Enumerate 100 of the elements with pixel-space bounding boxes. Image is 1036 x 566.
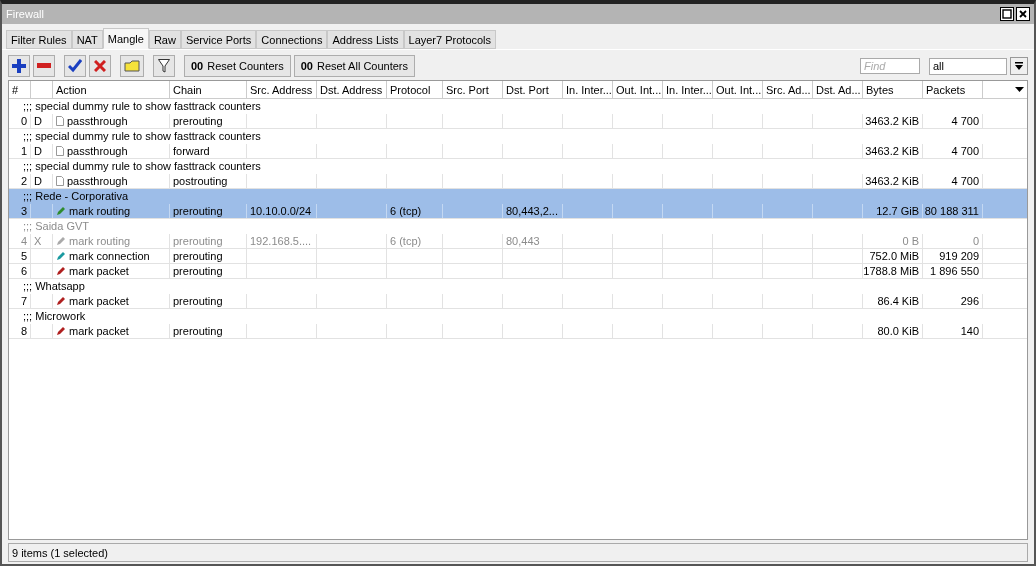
table-cell: prerouting bbox=[173, 235, 223, 247]
table-cell: 4 700 bbox=[951, 145, 979, 157]
column-header[interactable]: Src. Port bbox=[446, 83, 489, 96]
table-cell: mark routing bbox=[69, 235, 131, 247]
tab[interactable]: Raw bbox=[148, 30, 181, 49]
column-header[interactable]: Packets bbox=[926, 83, 966, 96]
window-title: Firewall bbox=[6, 8, 44, 20]
column-header[interactable]: # bbox=[12, 83, 19, 96]
minus-icon bbox=[37, 63, 51, 69]
plus-icon bbox=[12, 59, 26, 73]
maximize-icon[interactable] bbox=[1000, 7, 1014, 21]
column-header[interactable]: Protocol bbox=[390, 83, 431, 96]
table-cell: passthrough bbox=[67, 115, 128, 127]
table-cell: passthrough bbox=[67, 145, 128, 157]
table-cell: 10.10.0.0/24 bbox=[250, 205, 312, 217]
comment-row[interactable]: ;;; Whatsapp bbox=[9, 279, 1027, 294]
tab[interactable]: Filter Rules bbox=[6, 30, 72, 49]
rule-row[interactable]: 1 D passthrough forward 3463.2 KiB 4 700 bbox=[9, 144, 1027, 159]
table-cell: 4 bbox=[20, 235, 27, 247]
table-cell: 3463.2 KiB bbox=[865, 175, 919, 187]
table-cell: 1 896 550 bbox=[930, 265, 979, 277]
table-cell: prerouting bbox=[173, 295, 223, 307]
table-cell: mark packet bbox=[69, 325, 129, 337]
table-cell: 12.7 GiB bbox=[876, 205, 919, 217]
column-header[interactable]: In. Inter... bbox=[566, 83, 612, 96]
table-cell: prerouting bbox=[173, 205, 223, 217]
table-cell: 5 bbox=[20, 250, 27, 262]
dropdown-button[interactable] bbox=[1010, 57, 1028, 75]
reset-all-counters-button[interactable]: 00 Reset All Counters bbox=[293, 55, 416, 77]
note-icon bbox=[124, 60, 140, 72]
filter-field[interactable]: all bbox=[929, 57, 1007, 75]
table-cell: 8 bbox=[20, 325, 27, 337]
comment-row[interactable]: ;;; Rede - Corporativa bbox=[9, 189, 1027, 204]
pencil-icon bbox=[56, 206, 66, 216]
table-cell: 192.168.5.... bbox=[250, 235, 312, 247]
remove-button[interactable] bbox=[33, 55, 55, 77]
rule-row[interactable]: 3 mark routing prerouting 10.10.0.0/24 6 (tcp) 80,443,2... 12.7 GiB 80 188 311 bbox=[9, 204, 1027, 219]
table-cell: 80.0 KiB bbox=[877, 325, 919, 337]
column-header[interactable]: Chain bbox=[173, 83, 202, 96]
table-cell: 1788.8 MiB bbox=[863, 265, 919, 277]
table-cell: 4 700 bbox=[951, 115, 979, 127]
rule-row[interactable]: 7 mark packet prerouting 86.4 KiB 296 bbox=[9, 294, 1027, 309]
table-cell: 6 (tcp) bbox=[390, 205, 422, 217]
table-cell: mark routing bbox=[69, 205, 131, 217]
tab[interactable]: Layer7 Protocols bbox=[403, 30, 497, 49]
table-cell: 4 700 bbox=[951, 175, 979, 187]
table-cell: D bbox=[34, 175, 42, 187]
comment-row[interactable]: ;;; special dummy rule to show fasttrack counters bbox=[9, 159, 1027, 174]
tab[interactable]: Mangle bbox=[102, 28, 149, 49]
find-field[interactable]: Find bbox=[860, 58, 920, 74]
table-cell: 3463.2 KiB bbox=[865, 115, 919, 127]
column-header[interactable]: Action bbox=[56, 83, 87, 96]
table-cell: 2 bbox=[20, 175, 27, 187]
table-cell: D bbox=[34, 115, 42, 127]
table-cell: 0 bbox=[20, 115, 27, 127]
add-button[interactable] bbox=[8, 55, 30, 77]
table-cell: mark packet bbox=[69, 295, 129, 307]
table-cell: 3463.2 KiB bbox=[865, 145, 919, 157]
column-header[interactable]: Bytes bbox=[866, 83, 894, 96]
table-cell: 6 bbox=[20, 265, 27, 277]
column-header[interactable]: Dst. Port bbox=[506, 83, 549, 96]
checkmark-icon bbox=[68, 59, 82, 73]
table-cell: 6 (tcp) bbox=[390, 235, 422, 247]
table-cell: 1 bbox=[20, 145, 27, 157]
table-cell: mark packet bbox=[69, 265, 129, 277]
table-cell: prerouting bbox=[173, 265, 223, 277]
close-icon[interactable] bbox=[1016, 7, 1030, 21]
document-icon bbox=[56, 176, 64, 186]
rule-row[interactable]: 0 D passthrough prerouting 3463.2 KiB 4 700 bbox=[9, 114, 1027, 129]
tab[interactable]: Service Ports bbox=[180, 30, 257, 49]
table-cell: passthrough bbox=[67, 175, 128, 187]
reset-counters-button[interactable]: 00 Reset Counters bbox=[184, 55, 291, 77]
filter-button[interactable] bbox=[153, 55, 175, 77]
status-text: 9 items (1 selected) bbox=[12, 546, 108, 559]
column-header[interactable]: Out. Int... bbox=[616, 83, 662, 96]
tab[interactable]: Address Lists bbox=[327, 30, 404, 49]
rule-row[interactable]: 5 mark connection prerouting 752.0 MiB 919 209 bbox=[9, 249, 1027, 264]
disable-button[interactable] bbox=[89, 55, 111, 77]
enable-button[interactable] bbox=[64, 55, 86, 77]
tab[interactable]: Connections bbox=[256, 30, 328, 49]
tab[interactable]: NAT bbox=[71, 30, 103, 49]
comment-row[interactable]: ;;; special dummy rule to show fasttrack counters bbox=[9, 129, 1027, 144]
rule-row[interactable]: 8 mark packet prerouting 80.0 KiB 140 bbox=[9, 324, 1027, 339]
table-cell: D bbox=[34, 145, 42, 157]
pencil-icon bbox=[56, 296, 66, 306]
table-cell: 80,443,2... bbox=[506, 205, 558, 217]
table-cell: 80,443 bbox=[506, 235, 540, 247]
caret-icon[interactable] bbox=[1015, 87, 1024, 92]
column-header[interactable]: Src. Address bbox=[250, 83, 313, 96]
column-header[interactable]: Dst. Ad... bbox=[816, 83, 861, 96]
comment-row[interactable]: ;;; Microwork bbox=[9, 309, 1027, 324]
column-header[interactable]: In. Inter... bbox=[666, 83, 712, 96]
rule-row[interactable]: 6 mark packet prerouting 1788.8 MiB 1 896 550 bbox=[9, 264, 1027, 279]
table-cell: 0 bbox=[972, 235, 979, 247]
column-header[interactable]: Dst. Address bbox=[320, 83, 383, 96]
column-header[interactable]: Out. Int... bbox=[716, 83, 762, 96]
table-cell: prerouting bbox=[173, 250, 223, 262]
comment-row[interactable]: ;;; special dummy rule to show fasttrack counters bbox=[9, 99, 1027, 114]
column-header[interactable]: Src. Ad... bbox=[766, 83, 811, 96]
table-cell: 80 188 311 bbox=[924, 205, 979, 217]
